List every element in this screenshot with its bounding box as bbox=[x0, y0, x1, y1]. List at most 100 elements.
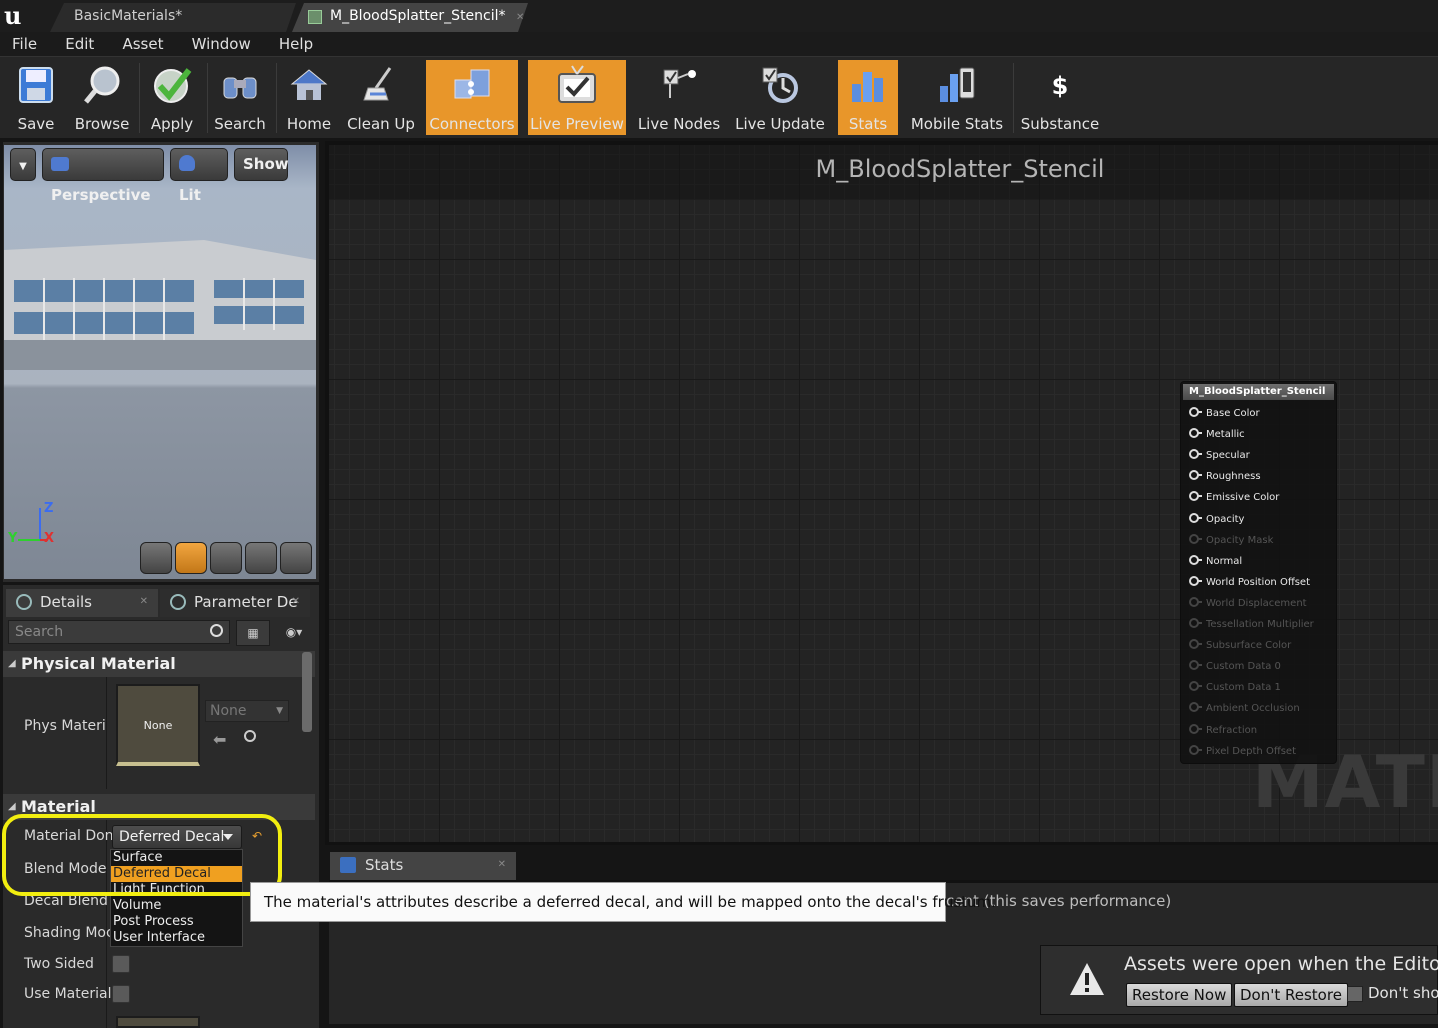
tab-details[interactable]: Details ✕ bbox=[6, 589, 158, 617]
node-input-pin[interactable]: Base Color bbox=[1189, 407, 1260, 420]
node-input-pin[interactable]: World Position Offset bbox=[1189, 575, 1310, 589]
menu-option-volume[interactable]: Volume bbox=[111, 898, 242, 914]
pin-label: Opacity bbox=[1206, 513, 1245, 525]
node-input-pin[interactable]: Roughness bbox=[1189, 470, 1261, 483]
axis-z-label: Z bbox=[44, 501, 54, 516]
search-icon bbox=[223, 77, 257, 99]
menu-file[interactable]: File bbox=[0, 32, 49, 56]
dont-restore-button[interactable]: Don't Restore bbox=[1234, 983, 1348, 1007]
apply-button[interactable]: Apply bbox=[142, 60, 202, 135]
home-button[interactable]: Home bbox=[280, 60, 338, 135]
connectors-button[interactable]: Connectors bbox=[426, 60, 518, 135]
stats-icon bbox=[852, 72, 883, 102]
tab-label: BasicMaterials* bbox=[74, 8, 183, 24]
menu-option-user-interface[interactable]: User Interface bbox=[111, 930, 242, 946]
search-icon bbox=[210, 624, 223, 637]
plane-preview-icon[interactable] bbox=[210, 542, 242, 574]
details-scrollbar[interactable] bbox=[302, 652, 312, 732]
tab-stats[interactable]: Stats ✕ bbox=[330, 852, 516, 880]
show-label: Show bbox=[243, 155, 289, 173]
texture-thumbnail[interactable] bbox=[116, 1016, 200, 1028]
chevron-down-icon: ▼ bbox=[19, 161, 27, 172]
phys-material-thumbnail[interactable]: None bbox=[116, 684, 200, 766]
live-nodes-icon bbox=[663, 69, 696, 98]
material-asset-icon bbox=[308, 10, 322, 24]
sphere-preview-icon[interactable] bbox=[175, 542, 207, 574]
node-input-pin[interactable]: Emissive Color bbox=[1189, 491, 1279, 504]
browse-button[interactable]: Browse bbox=[70, 60, 134, 135]
pin-stub-icon bbox=[1198, 516, 1202, 519]
menu-bar: File Edit Asset Window Help bbox=[0, 32, 1438, 56]
save-button[interactable]: Save bbox=[6, 60, 66, 135]
mobile-stats-icon bbox=[940, 67, 975, 102]
menu-edit[interactable]: Edit bbox=[53, 32, 106, 56]
dont-show-checkbox[interactable] bbox=[1347, 986, 1363, 1002]
cylinder-preview-icon[interactable] bbox=[140, 542, 172, 574]
details-search-input[interactable]: Search bbox=[8, 620, 230, 644]
close-tab-icon[interactable]: ✕ bbox=[516, 12, 524, 23]
menu-window[interactable]: Window bbox=[180, 32, 263, 56]
close-tab-icon[interactable]: ✕ bbox=[140, 589, 148, 615]
toolbar-separator bbox=[207, 63, 208, 133]
restore-now-button[interactable]: Restore Now bbox=[1126, 983, 1233, 1007]
live-update-icon bbox=[762, 67, 798, 103]
category-physical-material[interactable]: ◢ Physical Material bbox=[3, 651, 315, 677]
toolbar-separator bbox=[1013, 63, 1014, 133]
browse-asset-icon[interactable] bbox=[244, 730, 256, 742]
tab-parameter-label: Parameter De bbox=[194, 593, 298, 611]
clean-up-button[interactable]: Clean Up bbox=[343, 60, 419, 135]
node-input-pin[interactable]: Metallic bbox=[1189, 428, 1245, 441]
node-input-pin[interactable]: Specular bbox=[1189, 449, 1250, 462]
use-material-checkbox[interactable] bbox=[112, 985, 130, 1003]
pin-stub-icon bbox=[1198, 664, 1202, 667]
stats-icon bbox=[340, 857, 356, 873]
parameters-icon bbox=[170, 594, 186, 610]
pin-stub-icon bbox=[1198, 643, 1202, 646]
node-input-pin[interactable]: Opacity bbox=[1189, 512, 1245, 526]
tab-label: M_BloodSplatter_Stencil* bbox=[330, 8, 506, 24]
cube-preview-icon[interactable] bbox=[245, 542, 277, 574]
two-sided-checkbox[interactable] bbox=[112, 955, 130, 973]
pin-label: Subsurface Color bbox=[1206, 640, 1292, 652]
menu-asset[interactable]: Asset bbox=[110, 32, 175, 56]
chevron-down-icon: ▼ bbox=[276, 706, 283, 716]
node-input-pin: Custom Data 0 bbox=[1189, 660, 1281, 673]
menu-option-post-process[interactable]: Post Process bbox=[111, 914, 242, 930]
node-title: M_BloodSplatter_Stencil bbox=[1183, 384, 1334, 400]
svg-text:$: $ bbox=[1052, 72, 1069, 100]
tab-basic-materials[interactable]: BasicMaterials* bbox=[50, 3, 296, 32]
grid-icon: ▦ bbox=[247, 626, 259, 640]
toolbar: Save Browse Apply Search Home Clean Up C… bbox=[0, 56, 1438, 138]
pin-stub-icon bbox=[1198, 558, 1202, 561]
tab-material-editor[interactable]: M_BloodSplatter_Stencil* ✕ bbox=[292, 3, 528, 32]
substance-button[interactable]: $ Substance bbox=[1016, 60, 1104, 135]
pin-label: World Displacement bbox=[1206, 597, 1307, 609]
live-nodes-button[interactable]: Live Nodes bbox=[634, 60, 724, 135]
live-update-button[interactable]: Live Update bbox=[732, 60, 828, 135]
live-preview-button[interactable]: Live Preview bbox=[528, 60, 626, 135]
phys-material-combo[interactable]: None ▼ bbox=[205, 700, 289, 722]
node-input-pin: Tessellation Multiplier bbox=[1189, 618, 1314, 631]
close-tab-icon[interactable]: ✕ bbox=[498, 852, 506, 878]
perspective-label: Perspective bbox=[51, 186, 151, 204]
view-options-button[interactable]: ◉▾ bbox=[274, 620, 314, 646]
close-tab-icon[interactable]: ✕ bbox=[292, 589, 300, 615]
use-selected-arrow-icon[interactable]: ⬅ bbox=[213, 730, 226, 749]
property-matrix-button[interactable]: ▦ bbox=[236, 620, 270, 646]
menu-help[interactable]: Help bbox=[267, 32, 325, 56]
mobile-stats-button[interactable]: Mobile Stats bbox=[907, 60, 1007, 135]
show-button[interactable]: Show bbox=[234, 148, 289, 181]
lit-button[interactable]: Lit bbox=[170, 148, 228, 204]
pin-label: Custom Data 1 bbox=[1206, 682, 1281, 694]
node-input-pin: Custom Data 1 bbox=[1189, 681, 1281, 694]
perspective-button[interactable]: Perspective bbox=[42, 148, 164, 204]
node-input-pin[interactable]: Normal bbox=[1189, 554, 1242, 568]
stats-button[interactable]: Stats bbox=[838, 60, 898, 135]
tab-parameter-defaults[interactable]: Parameter De ✕ bbox=[160, 589, 310, 617]
viewport-options-button[interactable]: ▼ bbox=[10, 148, 36, 181]
node-input-pin: Ambient Occlusion bbox=[1189, 702, 1300, 715]
teapot-preview-icon[interactable] bbox=[280, 542, 312, 574]
tab-stats-label: Stats bbox=[365, 856, 404, 874]
preview-viewport[interactable]: Z Y X bbox=[4, 145, 316, 579]
search-button[interactable]: Search bbox=[210, 60, 270, 135]
